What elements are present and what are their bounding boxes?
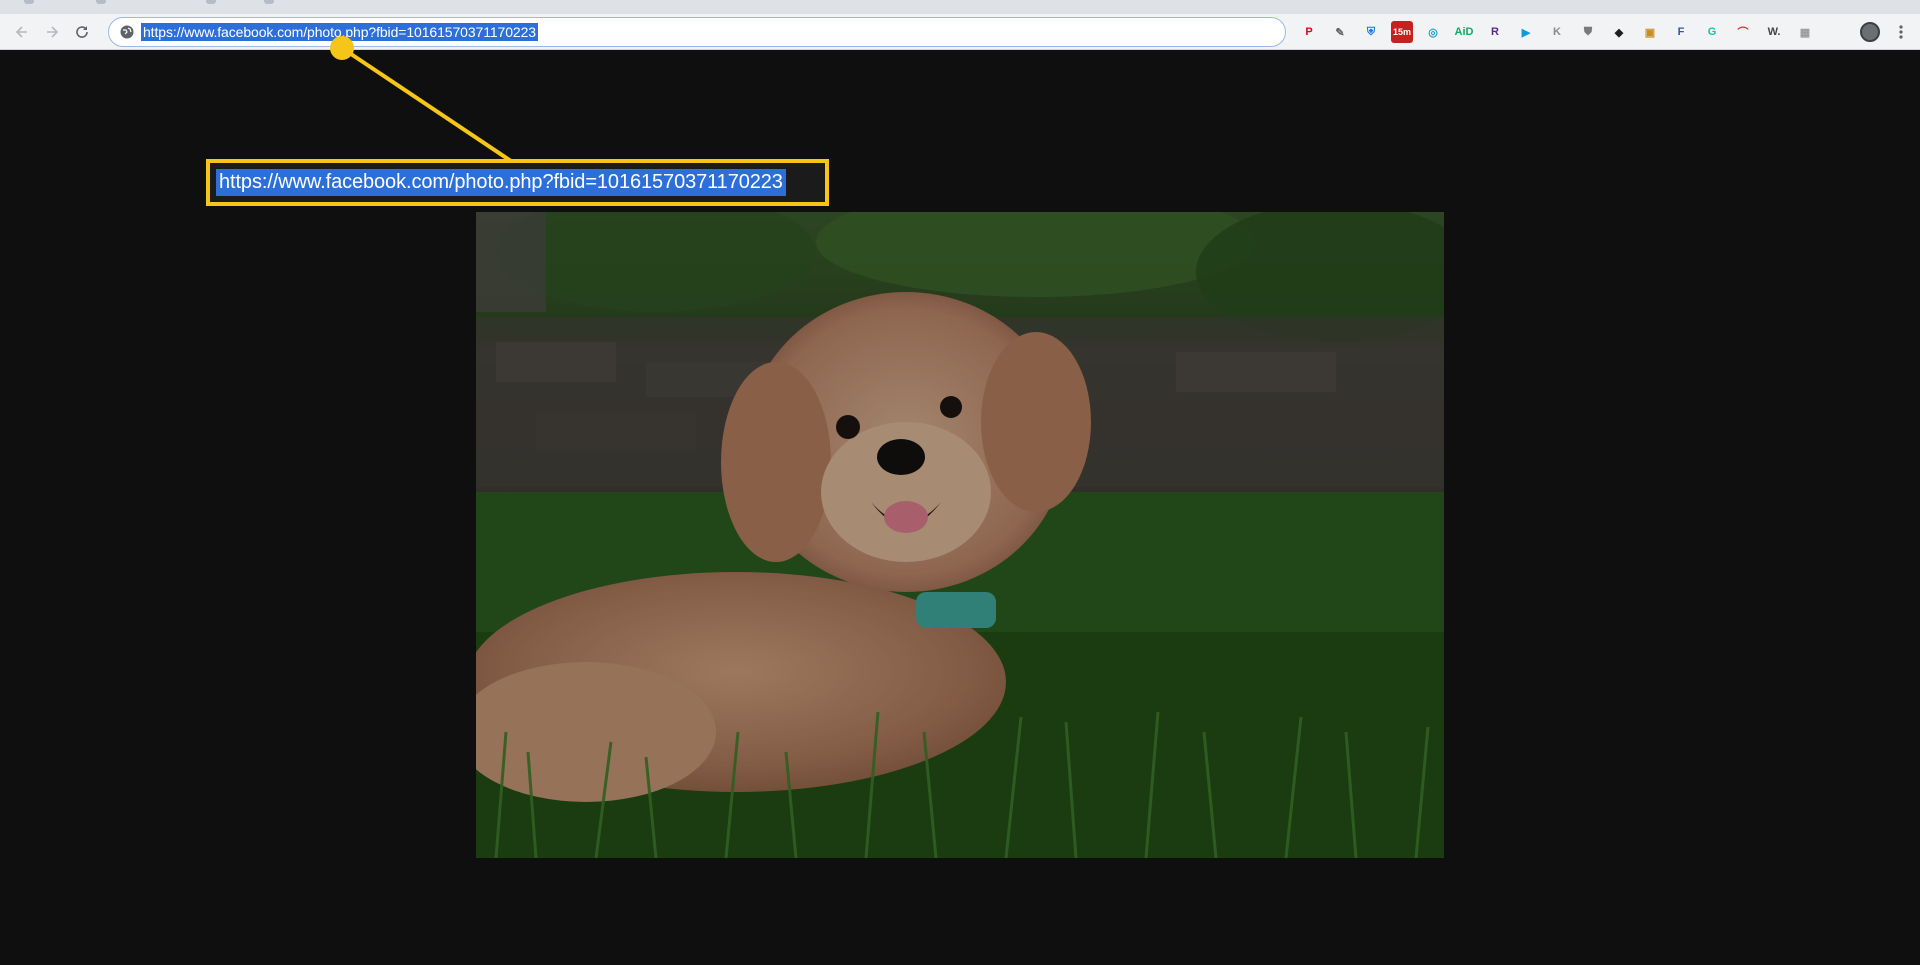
grammarly-icon[interactable]: G [1701, 21, 1723, 43]
tab-edge [96, 0, 106, 4]
arrow-right-icon [47, 26, 59, 38]
timer-icon[interactable]: 15m [1391, 21, 1413, 43]
reload-icon [76, 26, 88, 38]
badge-icon[interactable]: ⛊ [1577, 21, 1599, 43]
arrow-left-icon [15, 26, 27, 38]
globe-icon [120, 25, 134, 39]
shield-icon[interactable]: ⛨ [1360, 21, 1382, 43]
r-icon[interactable]: R [1484, 21, 1506, 43]
tag-icon[interactable]: ▶ [1515, 21, 1537, 43]
photo-image [476, 212, 1444, 858]
profile-menu-area [1860, 14, 1908, 50]
callout-url-text: https://www.facebook.com/photo.php?fbid=… [216, 169, 786, 196]
pepper-icon[interactable]: ⌒ [1732, 21, 1754, 43]
k-icon[interactable]: K [1546, 21, 1568, 43]
eyedropper-icon[interactable]: ✎ [1329, 21, 1351, 43]
aid-icon[interactable]: AiD [1453, 21, 1475, 43]
tab-edge [206, 0, 216, 4]
tab-edge [24, 0, 34, 4]
kebab-menu-icon [1899, 25, 1903, 39]
grid-icon[interactable]: ▦ [1794, 21, 1816, 43]
address-bar[interactable]: https://www.facebook.com/photo.php?fbid=… [108, 17, 1286, 47]
kebab-menu-button[interactable] [1894, 18, 1908, 46]
url-text-selected[interactable]: https://www.facebook.com/photo.php?fbid=… [141, 23, 538, 41]
dog-photo [476, 212, 1444, 858]
back-button[interactable] [8, 18, 36, 46]
tab-edge [264, 0, 274, 4]
extensions-bar: P ✎ ⛨ 15m ◎ AiD R ▶ K ⛊ ◆ ▣ F G ⌒ W. ▦ [1298, 14, 1816, 50]
owl-icon[interactable]: ◆ [1608, 21, 1630, 43]
pinterest-icon[interactable]: P [1298, 21, 1320, 43]
tab-strip [0, 0, 1920, 14]
browser-toolbar: https://www.facebook.com/photo.php?fbid=… [0, 14, 1920, 50]
f-icon[interactable]: F [1670, 21, 1692, 43]
compass-icon[interactable]: ◎ [1422, 21, 1444, 43]
avatar[interactable] [1860, 22, 1880, 42]
url-callout: https://www.facebook.com/photo.php?fbid=… [206, 159, 829, 206]
box-icon[interactable]: ▣ [1639, 21, 1661, 43]
reload-button[interactable] [68, 18, 96, 46]
w-icon[interactable]: W. [1763, 21, 1785, 43]
forward-button[interactable] [38, 18, 66, 46]
